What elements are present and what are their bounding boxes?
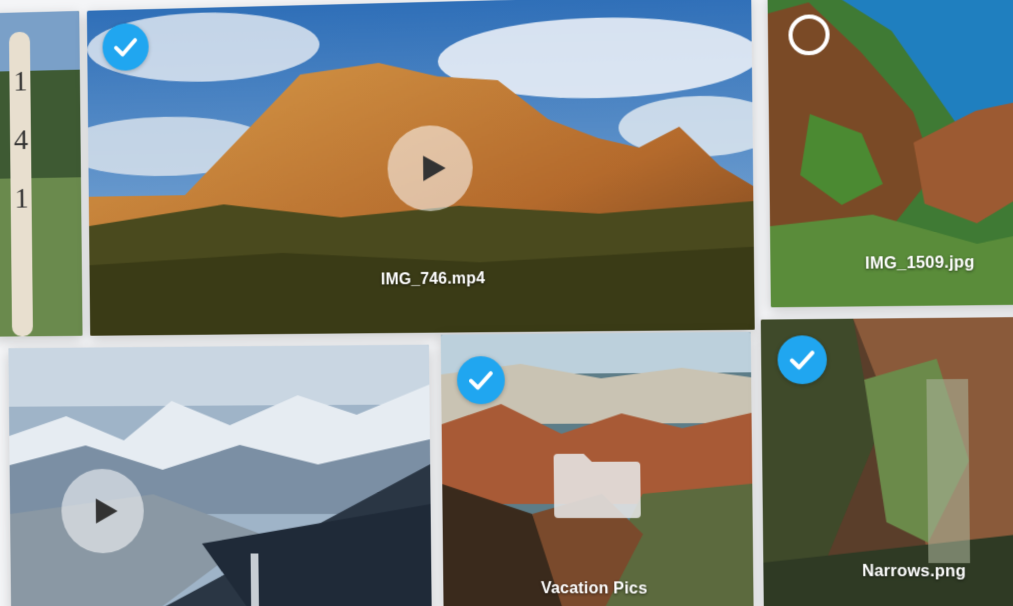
tile-thumbnail (8, 344, 432, 606)
gallery-tile-mountains[interactable] (8, 344, 432, 606)
gallery-grid: 1 4 1 IMG_746.mp4 IMG_1509.jpg Vacation … (0, 0, 1013, 606)
gallery-tile-vacation[interactable]: Vacation Pics (440, 331, 754, 606)
folder-icon[interactable] (550, 450, 643, 520)
play-button[interactable] (61, 468, 145, 554)
selection-checkbox[interactable] (456, 356, 506, 405)
gallery-tile-img746[interactable]: IMG_746.mp4 (86, 0, 755, 336)
gallery-tile-narrows[interactable]: Narrows.png (760, 316, 1013, 606)
gallery-tile-img1509[interactable]: IMG_1509.jpg (767, 0, 1013, 308)
selection-checkbox[interactable] (777, 335, 828, 385)
tile-thumbnail: 1 4 1 (0, 10, 83, 337)
tile-filename: IMG_746.mp4 (380, 270, 486, 289)
tile-filename: Narrows.png (862, 562, 967, 581)
photo-gallery: 1 4 1 IMG_746.mp4 IMG_1509.jpg Vacation … (0, 0, 1013, 606)
svg-text:1: 1 (13, 66, 28, 98)
play-icon (423, 155, 446, 182)
checkmark-icon (111, 32, 140, 62)
tile-filename: IMG_1509.jpg (864, 254, 975, 273)
checkmark-icon (469, 371, 494, 391)
gallery-tile-edge[interactable]: 1 4 1 (0, 10, 83, 337)
svg-text:1: 1 (14, 183, 29, 215)
play-icon (95, 498, 118, 524)
tile-filename: Vacation Pics (540, 580, 648, 598)
checkmark-icon (787, 344, 818, 375)
svg-text:4: 4 (14, 124, 29, 156)
